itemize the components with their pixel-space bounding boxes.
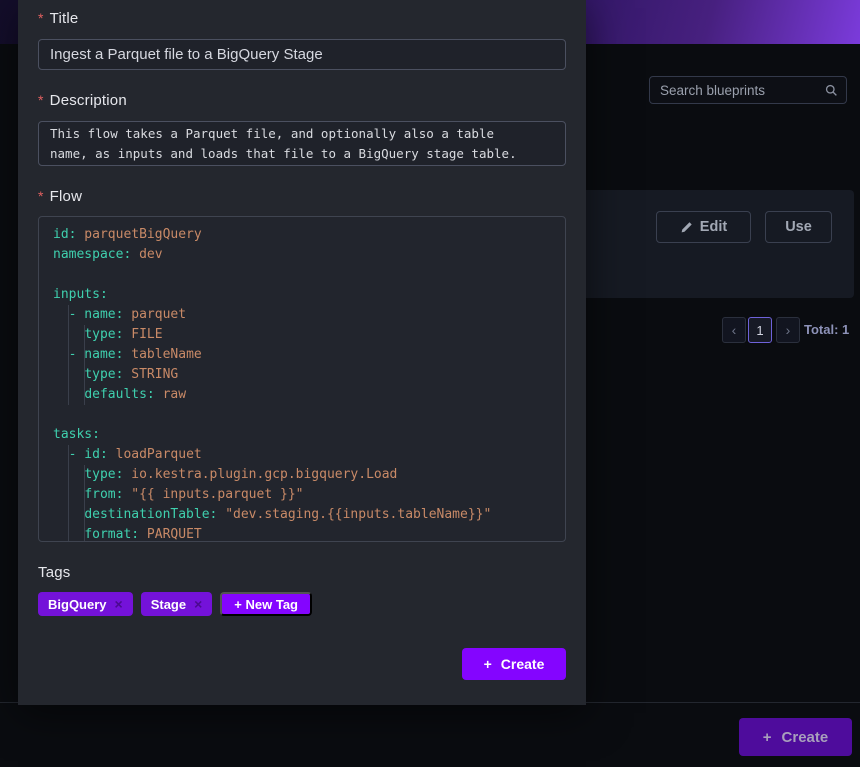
description-textarea[interactable]: This flow takes a Parquet file, and opti… xyxy=(38,121,566,166)
code-line: format: PARQUET xyxy=(53,525,565,542)
flow-code-editor[interactable]: id: parquetBigQuerynamespace: dev inputs… xyxy=(38,216,566,542)
tags-label-text: Tags xyxy=(38,564,71,581)
modal-footer: + Create xyxy=(38,648,566,680)
new-tag-label: + New Tag xyxy=(234,597,298,612)
pagination-page-label: 1 xyxy=(756,323,763,338)
tag-label: Stage xyxy=(151,597,186,612)
flow-label-text: Flow xyxy=(50,188,82,205)
required-asterisk: * xyxy=(38,188,44,204)
new-tag-button[interactable]: + New Tag xyxy=(220,592,312,616)
flow-label: * Flow xyxy=(38,188,566,205)
code-line: type: io.kestra.plugin.gcp.bigquery.Load xyxy=(53,465,565,485)
use-button[interactable]: Use xyxy=(765,211,832,243)
plus-icon: + xyxy=(763,729,772,746)
chevron-right-icon: › xyxy=(786,322,791,338)
description-label: * Description xyxy=(38,92,566,109)
search-blueprints-box[interactable] xyxy=(649,76,847,104)
tags-label: Tags xyxy=(38,564,566,581)
pagination-page-1[interactable]: 1 xyxy=(748,317,772,343)
code-line: - name: tableName xyxy=(53,345,565,365)
indent-guide xyxy=(68,305,69,405)
required-asterisk: * xyxy=(38,92,44,108)
tag-label: BigQuery xyxy=(48,597,107,612)
edit-button-label: Edit xyxy=(700,219,727,235)
search-input[interactable] xyxy=(660,83,825,98)
create-blueprint-modal: * Title * Description This flow takes a … xyxy=(18,0,586,705)
title-label-text: Title xyxy=(50,10,79,27)
pagination-total: Total: 1 xyxy=(804,322,849,337)
pagination-prev-button[interactable]: ‹ xyxy=(722,317,746,343)
code-line: from: "{{ inputs.parquet }}" xyxy=(53,485,565,505)
create-button[interactable]: + Create xyxy=(462,648,566,680)
edit-button[interactable]: Edit xyxy=(656,211,751,243)
app-screen: Edit Use ‹ 1 › Total: 1 + Create * Title… xyxy=(0,0,860,767)
indent-guide xyxy=(68,445,69,542)
create-button-label: Create xyxy=(501,656,545,672)
required-asterisk: * xyxy=(38,10,44,26)
tags-row: BigQuery × Stage × + New Tag xyxy=(38,592,566,616)
chevron-left-icon: ‹ xyxy=(732,322,737,338)
code-line xyxy=(53,405,565,425)
code-line: id: parquetBigQuery xyxy=(53,225,565,245)
tag-pill-bigquery[interactable]: BigQuery × xyxy=(38,592,133,616)
code-line: - name: parquet xyxy=(53,305,565,325)
indent-guide xyxy=(84,325,85,405)
footer-create-label: Create xyxy=(782,729,829,746)
plus-icon: + xyxy=(484,656,492,672)
search-icon xyxy=(825,84,838,97)
code-line: destinationTable: "dev.staging.{{inputs.… xyxy=(53,505,565,525)
code-line: - id: loadParquet xyxy=(53,445,565,465)
yaml-code: id: parquetBigQuerynamespace: dev inputs… xyxy=(53,225,565,542)
pencil-icon xyxy=(680,221,693,234)
indent-guide xyxy=(84,465,85,542)
title-label: * Title xyxy=(38,10,566,27)
remove-tag-icon[interactable]: × xyxy=(115,596,123,612)
code-line: inputs: xyxy=(53,285,565,305)
use-button-label: Use xyxy=(785,219,812,235)
pagination-next-button[interactable]: › xyxy=(776,317,800,343)
description-label-text: Description xyxy=(50,92,127,109)
footer-create-button[interactable]: + Create xyxy=(739,718,852,756)
title-input[interactable] xyxy=(38,39,566,70)
code-line: type: FILE xyxy=(53,325,565,345)
code-line: type: STRING xyxy=(53,365,565,385)
code-line xyxy=(53,265,565,285)
remove-tag-icon[interactable]: × xyxy=(194,596,202,612)
code-line: namespace: dev xyxy=(53,245,565,265)
code-line: tasks: xyxy=(53,425,565,445)
code-line: defaults: raw xyxy=(53,385,565,405)
tag-pill-stage[interactable]: Stage × xyxy=(141,592,213,616)
